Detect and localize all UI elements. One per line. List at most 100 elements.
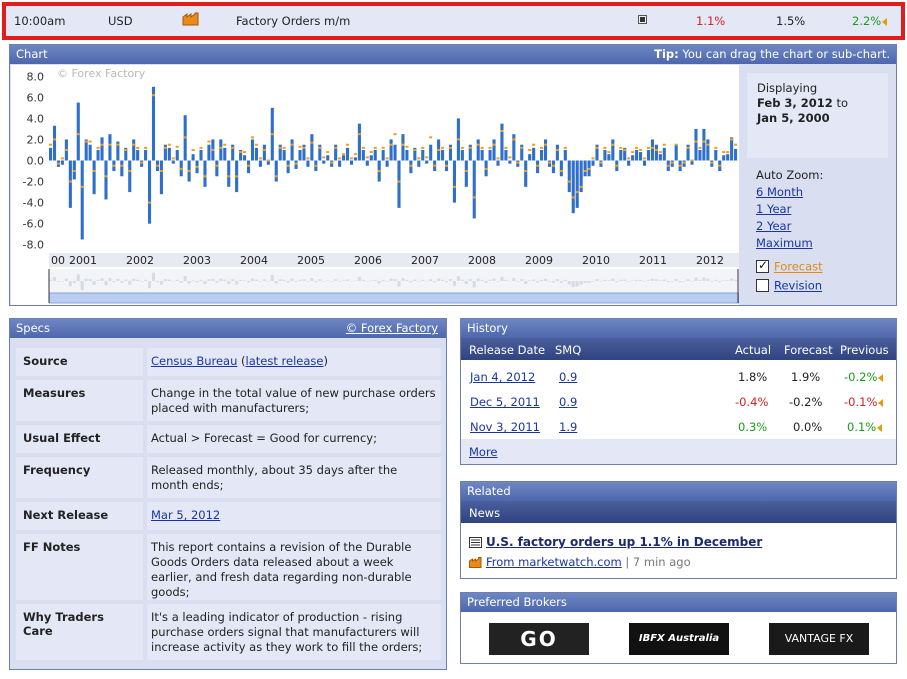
navigator-bar <box>642 281 647 282</box>
navigator-bar <box>353 280 357 282</box>
navigator-bar <box>682 281 686 282</box>
navigator-bar <box>540 279 544 281</box>
chart-bar <box>710 160 714 167</box>
zoom-6-month[interactable]: 6 Month <box>756 184 891 201</box>
navigator-bar <box>219 278 223 281</box>
forecast-mark <box>318 146 322 149</box>
navigator-bar <box>294 281 298 282</box>
forecast-mark <box>690 159 694 162</box>
forecast-mark <box>496 157 500 160</box>
forecast-mark <box>607 151 611 154</box>
history-more-link[interactable]: More <box>469 445 498 459</box>
history-date-link[interactable]: Dec 5, 2011 <box>470 395 540 409</box>
chart-bar <box>480 149 484 161</box>
navigator-bar <box>302 279 306 281</box>
chart-bar <box>512 134 516 161</box>
chart-bar <box>583 160 587 177</box>
next-release-link[interactable]: Mar 5, 2012 <box>151 508 220 522</box>
chart-bar <box>504 149 508 161</box>
chart-bar <box>120 160 124 177</box>
spec-label: Why Traders Care <box>16 604 143 660</box>
chart-bar <box>76 102 80 161</box>
navigator-bar <box>444 281 449 283</box>
chart-bar <box>298 149 302 161</box>
zoom-1-year[interactable]: 1 Year <box>756 201 891 218</box>
navigator-bar <box>674 279 678 281</box>
chart-panel-header: Chart Tip: You can drag the chart or sub… <box>10 45 896 64</box>
navigator-bar <box>159 281 163 285</box>
factory-orders-chart[interactable]: 8.0 6.0 4.0 2.0 0.0 -2.0 -4.0 -6.0 -8.0 © Forex F… <box>11 65 739 305</box>
chart-bar <box>488 149 492 161</box>
y-tick-label: -2.0 <box>23 176 44 189</box>
x-tick-label: 2006 <box>354 254 382 267</box>
forecast-toggle[interactable]: Forecast <box>756 258 823 274</box>
news-source-link[interactable]: From marketwatch.com <box>486 555 622 569</box>
forecast-mark <box>187 170 191 173</box>
forecast-mark <box>409 164 413 167</box>
chart-bar <box>175 149 179 161</box>
revision-link[interactable]: Revision <box>774 279 822 293</box>
revision-arrow-icon <box>877 423 883 432</box>
chart-bar <box>516 160 520 167</box>
event-name[interactable]: Factory Orders m/m <box>236 14 350 28</box>
forecast-mark <box>282 146 286 149</box>
forecast-checkbox[interactable] <box>756 258 769 273</box>
broker-vantage-logo[interactable]: VANTAGE FX <box>769 623 869 655</box>
specs-credit-link[interactable]: © Forex Factory <box>346 319 438 338</box>
forecast-link[interactable]: Forecast <box>774 260 823 274</box>
chart-bar <box>49 147 53 161</box>
forecast-mark <box>151 94 156 97</box>
event-row[interactable]: 10:00am USD Factory Orders m/m 1.1% 1.5%… <box>2 2 905 40</box>
related-title: Related <box>467 484 511 498</box>
navigator-bar <box>175 279 179 281</box>
census-bureau-link[interactable]: Census Bureau <box>151 354 237 368</box>
broker-ibfx-logo[interactable]: IBFX Australia <box>629 623 729 655</box>
forecast-mark <box>686 146 690 149</box>
history-smq-link[interactable]: 1.9 <box>559 420 577 434</box>
zoom-2-year[interactable]: 2 Year <box>756 218 891 235</box>
history-date-link[interactable]: Nov 3, 2011 <box>470 420 540 434</box>
revision-checkbox[interactable] <box>756 279 769 292</box>
forecast-mark <box>508 156 512 159</box>
history-smq-link[interactable]: 0.9 <box>559 395 577 409</box>
spec-label: Source <box>16 348 143 376</box>
chart-bar <box>730 137 734 161</box>
forecast-mark <box>250 136 255 139</box>
forecast-mark <box>437 148 441 151</box>
chart-bar <box>421 149 425 161</box>
chart-bar <box>674 144 678 161</box>
spec-row-ff-notes: FF Notes This report contains a revision… <box>16 534 441 600</box>
navigator-bar <box>243 280 247 281</box>
forecast-mark <box>555 148 559 151</box>
forecast-mark <box>726 151 730 154</box>
chart-area[interactable]: 8.0 6.0 4.0 2.0 0.0 -2.0 -4.0 -6.0 -8.0 © Forex F… <box>11 65 739 305</box>
navigator-bar <box>235 281 239 285</box>
navigator-bar <box>314 281 318 283</box>
zoom-maximum[interactable]: Maximum <box>756 235 891 252</box>
forecast-mark <box>116 143 120 146</box>
chart-bar <box>250 139 255 161</box>
revision-toggle[interactable]: Revision <box>756 278 822 293</box>
forecast-mark <box>444 164 449 167</box>
history-smq-link[interactable]: 0.9 <box>559 370 577 384</box>
navigator-bar <box>100 278 104 281</box>
navigator-bar <box>326 280 330 281</box>
navigator-bar <box>338 281 342 282</box>
news-headline-link[interactable]: U.S. factory orders up 1.1% in December <box>486 535 762 549</box>
forecast-mark <box>627 157 631 160</box>
chart-bar <box>108 134 112 161</box>
chart-bar <box>219 139 223 161</box>
navigator-bar <box>84 278 88 281</box>
navigator-bar <box>579 281 583 285</box>
latest-release-link[interactable]: latest release <box>246 354 324 368</box>
detail-toggle-icon[interactable] <box>638 15 647 24</box>
navigator-bar <box>654 279 658 281</box>
broker-go-logo[interactable]: GO <box>489 623 589 655</box>
navigator-bar <box>433 281 437 283</box>
chart-bar <box>306 160 310 167</box>
displaying-label: Displaying <box>757 81 818 95</box>
navigator-bar <box>678 281 682 283</box>
navigator-bar <box>108 278 112 281</box>
forecast-mark <box>666 164 670 167</box>
history-date-link[interactable]: Jan 4, 2012 <box>470 370 535 384</box>
